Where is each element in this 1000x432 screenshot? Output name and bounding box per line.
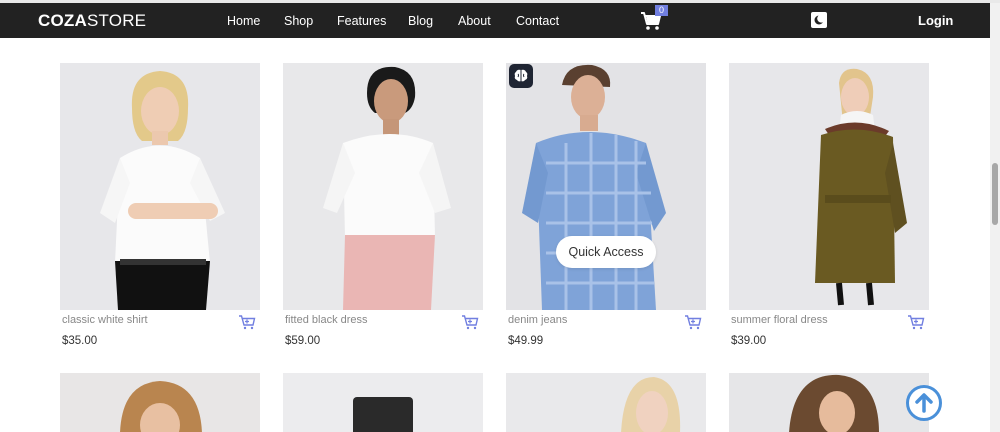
product-price: $39.00	[731, 335, 767, 347]
woman-white-blouse-photo	[283, 63, 483, 310]
page-scrollbar[interactable]	[990, 3, 1000, 432]
black-bag-photo	[283, 373, 483, 432]
product-image[interactable]	[60, 63, 260, 310]
back-to-top-button[interactable]	[906, 385, 942, 421]
product-price: $35.00	[62, 335, 98, 347]
product-card[interactable]: denim jeans $49.99	[506, 63, 706, 353]
arrow-up-icon	[915, 393, 933, 413]
login-link[interactable]: Login	[918, 13, 953, 28]
product-name[interactable]: summer floral dress	[731, 314, 828, 326]
product-image[interactable]	[506, 373, 706, 432]
product-image[interactable]	[60, 373, 260, 432]
ai-assistant-button[interactable]	[509, 64, 533, 88]
nav-link-features[interactable]: Features	[337, 14, 386, 28]
nav-link-home[interactable]: Home	[227, 14, 260, 28]
dark-mode-toggle[interactable]	[811, 12, 827, 28]
cart-add-icon	[685, 315, 702, 330]
nav-link-shop[interactable]: Shop	[284, 14, 313, 28]
woman-blonde-photo	[506, 373, 706, 432]
product-image[interactable]	[729, 373, 929, 432]
woman-wavy-hair-photo	[729, 373, 929, 432]
add-to-cart-button[interactable]	[461, 314, 479, 330]
quick-access-button[interactable]: Quick Access	[556, 236, 656, 268]
page: COZASTORE Home Shop Features Blog About …	[0, 0, 1000, 432]
cart-add-icon	[462, 315, 479, 330]
cart-add-icon	[908, 315, 925, 330]
moon-icon	[814, 14, 826, 25]
nav-link-blog[interactable]: Blog	[408, 14, 433, 28]
product-price: $59.00	[285, 335, 321, 347]
nav-link-about[interactable]: About	[458, 14, 491, 28]
scrollbar-thumb[interactable]	[992, 163, 998, 225]
product-image[interactable]	[729, 63, 929, 310]
cart-count-badge: 0	[655, 5, 668, 16]
product-card[interactable]: summer floral dress $39.00	[729, 63, 929, 353]
product-price: $49.99	[508, 335, 544, 347]
product-card[interactable]: fitted black dress $59.00	[283, 63, 483, 353]
brand-logo[interactable]: COZASTORE	[38, 11, 146, 31]
woman-curly-hair-photo	[60, 373, 260, 432]
woman-olive-coat-photo	[729, 63, 929, 310]
product-card[interactable]: classic white shirt $35.00	[60, 63, 260, 353]
top-navbar: COZASTORE Home Shop Features Blog About …	[0, 3, 990, 38]
brain-icon	[514, 69, 528, 82]
product-image[interactable]	[283, 373, 483, 432]
woman-white-tshirt-photo	[60, 63, 260, 310]
product-name[interactable]: fitted black dress	[285, 314, 368, 326]
cart-add-icon	[239, 315, 256, 330]
add-to-cart-button[interactable]	[907, 314, 925, 330]
product-image[interactable]	[283, 63, 483, 310]
nav-link-contact[interactable]: Contact	[516, 14, 559, 28]
add-to-cart-button[interactable]	[684, 314, 702, 330]
man-blue-gingham-shirt-photo	[506, 63, 706, 310]
product-image[interactable]	[506, 63, 706, 310]
add-to-cart-button[interactable]	[238, 314, 256, 330]
product-name[interactable]: classic white shirt	[62, 314, 148, 326]
product-name[interactable]: denim jeans	[508, 314, 567, 326]
